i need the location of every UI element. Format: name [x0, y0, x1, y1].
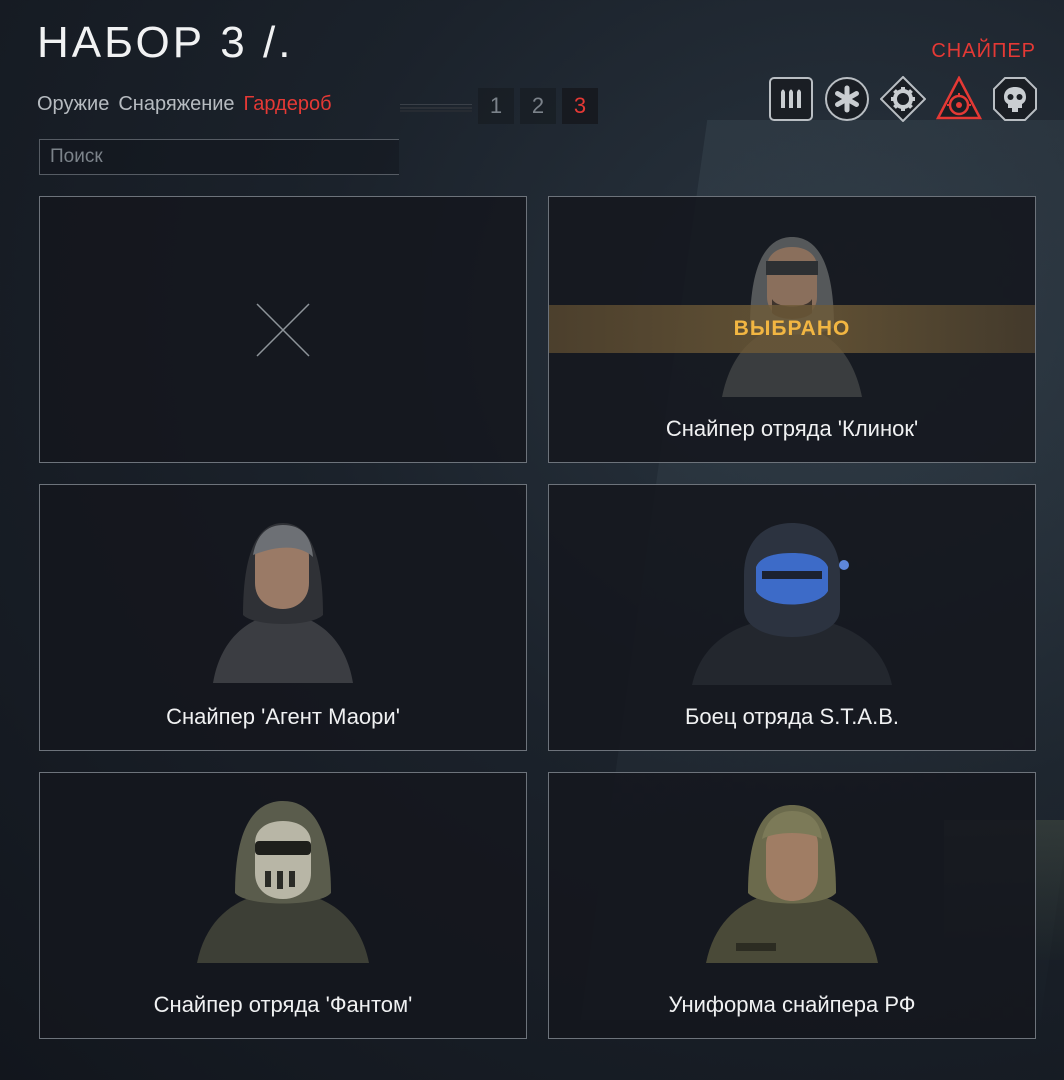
wardrobe-card[interactable]: Боец отряда S.T.A.B.	[548, 484, 1036, 751]
page-button-1[interactable]: 1	[478, 88, 514, 124]
card-corner	[549, 744, 555, 750]
card-corner	[40, 456, 46, 462]
card-corner	[40, 485, 46, 491]
card-corner	[520, 485, 526, 491]
character-portrait	[692, 523, 892, 685]
page-button-2[interactable]: 2	[520, 88, 556, 124]
card-corner	[520, 1032, 526, 1038]
empty-slot-x-icon	[256, 302, 310, 357]
character-portrait	[213, 523, 353, 683]
selected-badge: ВЫБРАНО	[733, 317, 851, 340]
class-selector	[768, 76, 1038, 122]
tab-weapons[interactable]: Оружие	[37, 93, 109, 116]
card-corner	[520, 744, 526, 750]
page-button-3[interactable]: 3	[562, 88, 598, 124]
card-corner	[1029, 197, 1035, 203]
card-corner	[520, 773, 526, 779]
tab-equipment[interactable]: Снаряжение	[118, 93, 234, 116]
card-corner	[1029, 1032, 1035, 1038]
card-corner	[549, 197, 555, 203]
card-corner	[549, 485, 555, 491]
character-portrait	[706, 805, 878, 963]
card-corner	[40, 773, 46, 779]
wardrobe-card-empty[interactable]	[39, 196, 527, 463]
card-corner	[40, 1032, 46, 1038]
card-corner	[1029, 744, 1035, 750]
wardrobe-card[interactable]: Снайпер 'Агент Маори'	[39, 484, 527, 751]
medic-icon[interactable]	[824, 76, 870, 122]
sniper-crosshair-icon[interactable]	[936, 76, 982, 122]
card-corner	[40, 744, 46, 750]
tab-wardrobe[interactable]: Гардероб	[244, 93, 332, 116]
loadout-pager: 1 2 3	[478, 88, 598, 124]
card-label: Снайпер отряда 'Клинок'	[665, 416, 919, 441]
engineer-gear-icon[interactable]	[880, 76, 926, 122]
wardrobe-card[interactable]: ВЫБРАНО Снайпер отряда 'Клинок'	[548, 196, 1036, 463]
skull-icon[interactable]	[992, 76, 1038, 122]
card-corner	[549, 456, 555, 462]
card-label: Снайпер 'Агент Маори'	[166, 704, 400, 729]
card-corner	[1029, 773, 1035, 779]
search-input[interactable]	[39, 139, 399, 175]
wardrobe-card[interactable]: Снайпер отряда 'Фантом'	[39, 772, 527, 1039]
card-corner	[40, 197, 46, 203]
card-label: Униформа снайпера РФ	[668, 992, 916, 1017]
ammo-icon[interactable]	[768, 76, 814, 122]
wardrobe-card[interactable]: Униформа снайпера РФ	[548, 772, 1036, 1039]
selected-banner: ВЫБРАНО	[549, 305, 1035, 353]
card-corner	[549, 1032, 555, 1038]
card-corner	[520, 197, 526, 203]
tab-bar: Оружие Снаряжение Гардероб	[37, 93, 332, 116]
page-title: НАБОР 3 /.	[37, 18, 294, 67]
card-label: Снайпер отряда 'Фантом'	[153, 992, 413, 1017]
card-corner	[520, 456, 526, 462]
tab-divider	[400, 104, 472, 106]
character-portrait	[197, 801, 369, 963]
card-label: Боец отряда S.T.A.B.	[684, 704, 899, 729]
class-name-label: СНАЙПЕР	[931, 40, 1036, 62]
card-corner	[549, 773, 555, 779]
card-corner	[1029, 456, 1035, 462]
card-corner	[1029, 485, 1035, 491]
